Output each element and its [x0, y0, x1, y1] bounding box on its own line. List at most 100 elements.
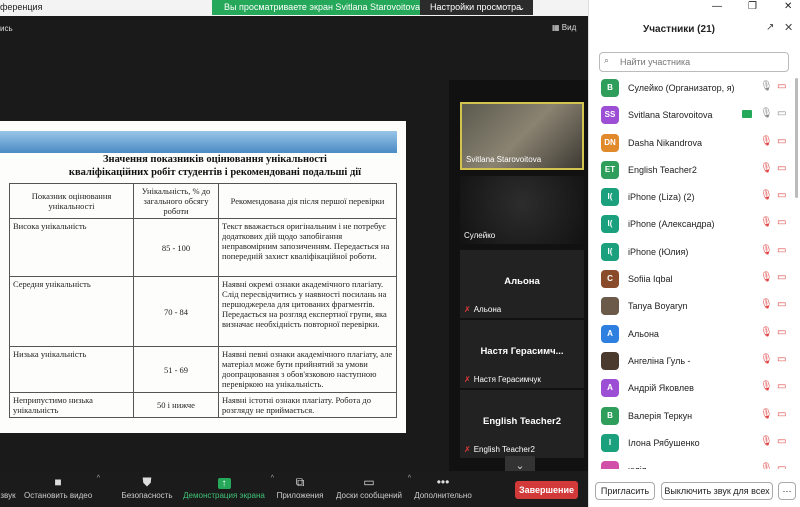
- maximize-icon[interactable]: ❐: [748, 1, 757, 12]
- participant-list-scrollbar[interactable]: [795, 78, 798, 198]
- participant-name: Сулейко (Организатор, я): [628, 83, 735, 93]
- video-tile[interactable]: Альона ✗ Альона: [460, 250, 584, 318]
- camera-off-icon[interactable]: ▭: [777, 354, 786, 365]
- camera-off-icon[interactable]: ▭: [777, 272, 786, 283]
- camera-off-icon[interactable]: ▭: [777, 409, 786, 420]
- participant-row[interactable]: Tanya Boyaryn 🎙 ▭: [589, 293, 800, 320]
- apps-label: Приложения: [276, 491, 324, 500]
- tile-big-name: Альона: [504, 276, 540, 287]
- participant-row[interactable]: SS Svitlana Starovoitova 🎙 ▭: [589, 102, 800, 129]
- mic-muted-icon[interactable]: 🎙: [760, 190, 773, 201]
- camera-off-icon[interactable]: ▭: [777, 217, 786, 228]
- chevron-down-icon: ⌄: [518, 3, 525, 12]
- avatar: I(: [601, 188, 619, 207]
- more-button[interactable]: ••• Дополнительно: [412, 471, 474, 507]
- participant-row[interactable]: І Ілона Рябушенко 🎙 ▭: [589, 430, 800, 457]
- meeting-toolbar: звук ■ Остановить видео ^ ⛊ Безопасность…: [0, 471, 588, 507]
- search-icon: ⌕: [604, 55, 610, 65]
- camera-icon[interactable]: ▭: [777, 108, 786, 119]
- mic-muted-icon[interactable]: 🎙: [760, 163, 773, 174]
- apps-button[interactable]: ⧉ Приложения: [276, 471, 324, 507]
- tile-name: Альона: [473, 305, 502, 314]
- camera-off-icon[interactable]: ▭: [777, 163, 786, 174]
- security-button[interactable]: ⛊ Безопасность: [121, 471, 173, 507]
- tile-name-row: ✗ English Teacher2: [464, 445, 535, 454]
- end-meeting-button[interactable]: Завершение: [515, 481, 578, 499]
- share-arrow-icon: ↑: [182, 471, 266, 491]
- search-participant-input[interactable]: [599, 52, 789, 72]
- grid-icon: ▦: [552, 23, 560, 32]
- mic-muted-icon[interactable]: 🎙: [760, 381, 773, 392]
- participant-row[interactable]: ET English Teacher2 🎙 ▭: [589, 157, 800, 184]
- participant-row[interactable]: I(iPhone (Александра) 🎙 ▭: [589, 211, 800, 238]
- video-tile[interactable]: English Teacher2 ✗ English Teacher2: [460, 390, 584, 458]
- participant-row[interactable]: I(iPhone (Юлия) 🎙 ▭: [589, 239, 800, 266]
- window-title-bar: ференция Вы просматриваете экран Svitlan…: [0, 0, 590, 16]
- participant-row[interactable]: Ангеліна Гуль - 🎙 ▭: [589, 348, 800, 375]
- camera-off-icon[interactable]: ▭: [777, 245, 786, 256]
- view-button[interactable]: ▦ Вид: [552, 23, 576, 32]
- camera-off-icon[interactable]: ▭: [777, 299, 786, 310]
- more-options-icon[interactable]: ⋯: [778, 482, 796, 500]
- mic-muted-icon[interactable]: 🎙: [760, 409, 773, 420]
- camera-off-icon[interactable]: ▭: [777, 327, 786, 338]
- table-cell: Низька унікальність: [9, 346, 134, 393]
- video-tile[interactable]: Svitlana Starovoitova: [460, 102, 584, 170]
- participant-row[interactable]: А Андрій Яковлев 🎙 ▭: [589, 375, 800, 402]
- whiteboards-button[interactable]: ▭ Доски сообщений ^: [335, 471, 411, 507]
- participant-row[interactable]: юлія .... 🎙 ▭: [589, 457, 800, 469]
- participant-row[interactable]: А Альона 🎙 ▭: [589, 321, 800, 348]
- participant-row[interactable]: DN Dasha Nikandrova 🎙 ▭: [589, 130, 800, 157]
- popout-icon[interactable]: ↗: [766, 22, 774, 33]
- mic-muted-icon[interactable]: 🎙: [760, 327, 773, 338]
- close-icon[interactable]: ✕: [784, 21, 793, 34]
- camera-off-icon[interactable]: ▭: [777, 463, 786, 469]
- mic-muted-icon[interactable]: 🎙: [760, 354, 773, 365]
- mic-muted-icon[interactable]: 🎙: [760, 299, 773, 310]
- participant-row[interactable]: C Sofiia Iqbal 🎙 ▭: [589, 266, 800, 293]
- participant-row[interactable]: В Сулейко (Организатор, я) 🎙 ▭: [589, 75, 800, 102]
- mic-muted-icon[interactable]: 🎙: [760, 217, 773, 228]
- stop-video-button[interactable]: ■ Остановить видео ^: [24, 471, 100, 507]
- chevron-up-icon[interactable]: ^: [271, 475, 274, 482]
- camera-off-icon[interactable]: ▭: [777, 381, 786, 392]
- recording-label[interactable]: ись: [0, 24, 13, 33]
- slide-header-bar: [0, 131, 397, 153]
- apps-icon: ⧉: [295, 475, 305, 489]
- close-window-icon[interactable]: ✕: [784, 1, 792, 12]
- mic-muted-icon[interactable]: 🎙: [760, 272, 773, 283]
- view-options-button[interactable]: Настройки просмотра ⌄: [420, 0, 533, 15]
- mute-all-button[interactable]: Выключить звук для всех: [661, 482, 773, 500]
- camera-off-icon[interactable]: ▭: [777, 436, 786, 447]
- mic-muted-icon[interactable]: 🎙: [760, 245, 773, 256]
- mic-icon[interactable]: 🎙: [760, 81, 773, 92]
- video-tile[interactable]: Настя Герасимч... ✗ Настя Герасимчук: [460, 320, 584, 388]
- participant-name: Валерія Теркун: [628, 410, 693, 421]
- whiteboards-label: Доски сообщений: [335, 491, 402, 500]
- participant-row[interactable]: I(iPhone (Liza) (2) 🎙 ▭: [589, 184, 800, 211]
- shared-screen-slide: Значення показників оцінювання унікально…: [0, 121, 406, 433]
- participant-row[interactable]: В Валерія Теркун 🎙 ▭: [589, 403, 800, 430]
- tile-name-row: ✗ Настя Герасимчук: [464, 375, 541, 384]
- chevron-up-icon[interactable]: ^: [97, 475, 100, 482]
- participant-name: English Teacher2: [628, 164, 697, 175]
- camera-off-icon[interactable]: ▭: [777, 81, 786, 92]
- tile-name: Svitlana Starovoitova: [466, 155, 542, 164]
- mic-icon[interactable]: 🎙: [760, 108, 773, 119]
- camera-off-icon[interactable]: ▭: [777, 190, 786, 201]
- chevron-up-icon[interactable]: ^: [408, 475, 411, 482]
- mic-muted-icon[interactable]: 🎙: [760, 463, 773, 469]
- video-tile[interactable]: Сулейко: [460, 176, 584, 244]
- audio-label: звук: [0, 491, 16, 500]
- invite-button[interactable]: Пригласить: [595, 482, 655, 500]
- mic-muted-icon[interactable]: 🎙: [760, 136, 773, 147]
- audio-button[interactable]: звук: [0, 471, 16, 507]
- camera-off-icon[interactable]: ▭: [777, 136, 786, 147]
- table-cell: Висока унікальність: [9, 218, 134, 277]
- table-row: Середня унікальність 70 - 84 Наявні окре…: [9, 276, 397, 347]
- share-screen-button[interactable]: ↑ Демонстрация экрана ^: [182, 471, 274, 507]
- mic-muted-icon[interactable]: 🎙: [760, 436, 773, 447]
- mic-muted-icon: ✗: [464, 305, 471, 314]
- minimize-icon[interactable]: —: [712, 1, 722, 12]
- more-icon: •••: [436, 475, 450, 489]
